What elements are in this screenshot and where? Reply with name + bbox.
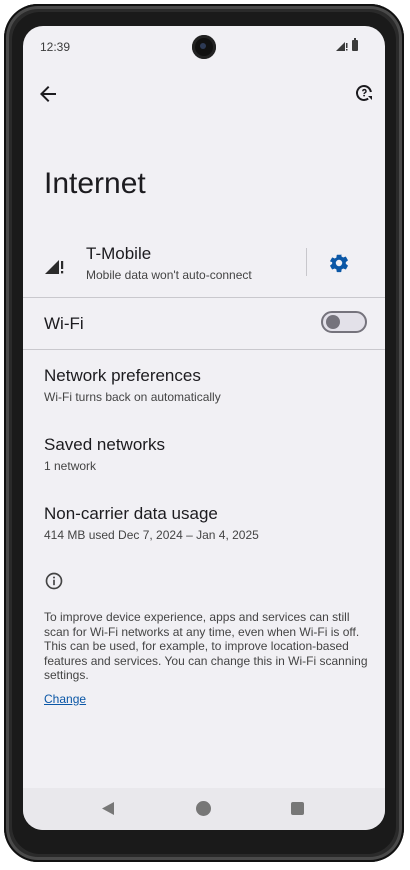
wifi-toggle[interactable] xyxy=(321,311,367,333)
item-title: Saved networks xyxy=(44,435,165,454)
wifi-scanning-info-text: To improve device experience, apps and s… xyxy=(44,610,368,683)
item-subtitle: 414 MB used Dec 7, 2024 – Jan 4, 2025 xyxy=(44,528,259,542)
divider xyxy=(23,349,385,350)
arrow-back-icon[interactable] xyxy=(36,82,60,106)
nav-recents-icon[interactable] xyxy=(291,802,304,815)
nav-back-icon[interactable] xyxy=(101,801,115,816)
carrier-status: Mobile data won't auto-connect xyxy=(86,268,252,282)
vertical-divider xyxy=(306,248,307,276)
camera-cutout xyxy=(192,35,216,59)
saved-networks-item[interactable]: Saved networks 1 network xyxy=(44,435,364,473)
wifi-row[interactable]: Wi-Fi xyxy=(23,298,385,348)
status-signal-icon xyxy=(336,42,348,51)
item-title: Non-carrier data usage xyxy=(44,504,218,523)
item-title: Network preferences xyxy=(44,366,201,385)
status-time: 12:39 xyxy=(40,40,71,54)
wifi-label: Wi-Fi xyxy=(44,314,84,333)
page-title: Internet xyxy=(44,167,146,200)
gear-icon[interactable] xyxy=(328,252,350,274)
help-feedback-icon[interactable] xyxy=(353,82,377,106)
nav-home-icon[interactable] xyxy=(196,801,211,816)
navigation-bar xyxy=(23,788,385,830)
info-icon xyxy=(45,572,63,590)
item-subtitle: Wi-Fi turns back on automatically xyxy=(44,390,221,404)
mobile-network-row[interactable]: T-Mobile Mobile data won't auto-connect xyxy=(23,240,385,298)
screen: 12:39 Internet T-Mobile Mobile data won'… xyxy=(23,26,385,830)
status-bar: 12:39 xyxy=(23,26,385,68)
signal-icon xyxy=(45,260,64,274)
change-link[interactable]: Change xyxy=(44,692,86,706)
carrier-name: T-Mobile xyxy=(86,244,152,263)
item-subtitle: 1 network xyxy=(44,459,97,473)
network-preferences-item[interactable]: Network preferences Wi-Fi turns back on … xyxy=(44,366,364,404)
non-carrier-data-usage-item[interactable]: Non-carrier data usage 414 MB used Dec 7… xyxy=(44,504,364,542)
status-battery-icon xyxy=(352,38,358,51)
toggle-knob xyxy=(326,315,340,329)
